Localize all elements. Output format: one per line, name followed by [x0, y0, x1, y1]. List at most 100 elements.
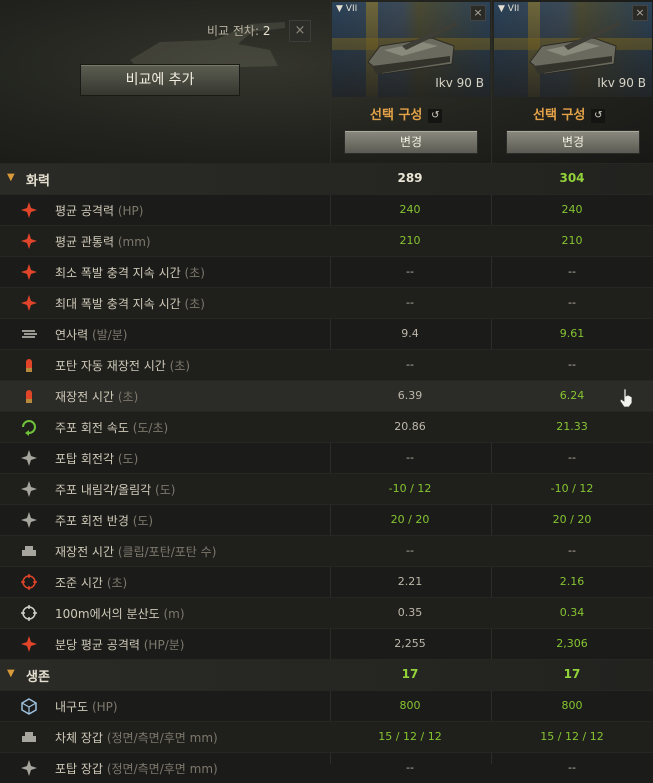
tier-label: ▼ VII	[336, 4, 358, 14]
stat-value-tank-2: --	[568, 451, 576, 464]
damage-icon	[21, 202, 37, 218]
stat-label: 화력	[26, 170, 50, 189]
stat-unit: (초)	[106, 576, 128, 590]
config-text: 선택 구성	[533, 108, 586, 123]
config-text: 선택 구성	[370, 108, 423, 123]
stat-row: 주포 회전 속도 (도/초) 20.86 21.33	[0, 411, 653, 442]
stat-label: 분당 평균 공격력 (HP/분)	[55, 636, 184, 653]
stat-name: 조준 시간	[55, 576, 103, 590]
stat-value-tank-1: 6.39	[397, 389, 423, 402]
clear-all-icon[interactable]: ×	[289, 20, 311, 42]
stat-value-tank-2: --	[568, 761, 576, 774]
stat-row: 포탄 자동 재장전 시간 (초) -- --	[0, 349, 653, 380]
stat-name: 주포 내림각/올림각	[55, 483, 152, 497]
stat-unit: (초)	[184, 297, 205, 311]
stat-value-tank-1: 289	[397, 171, 423, 185]
expand-chevron-icon[interactable]: ▼	[7, 668, 15, 679]
stat-name: 주포 회전 속도	[55, 421, 129, 435]
stat-label: 최대 폭발 충격 지속 시간 (초)	[55, 295, 205, 312]
stat-name: 재장전 시간	[55, 545, 115, 559]
stat-value-tank-2: 20 / 20	[552, 513, 592, 526]
reset-config-icon[interactable]: ↺	[428, 108, 443, 123]
stat-value-tank-2: 800	[561, 699, 583, 712]
stat-unit: (도)	[132, 514, 154, 528]
stat-value-tank-1: --	[406, 761, 414, 774]
stat-value-tank-2: --	[568, 358, 576, 371]
tank-compare-page: 비교 전차: 2 × 비교에 추가 ▼ VII × Ikv 90 B 선택 구성…	[0, 0, 653, 776]
stat-unit: (발/분)	[91, 328, 128, 342]
hull-armor-icon	[22, 732, 36, 742]
stat-value-tank-2: 0.34	[559, 606, 585, 619]
stat-row: 최소 폭발 충격 지속 시간 (초) -- --	[0, 256, 653, 287]
tank-name: Ikv 90 B	[435, 76, 484, 90]
stat-label: 생존	[26, 666, 50, 685]
stat-name: 최소 폭발 충격 지속 시간	[55, 266, 181, 280]
stat-label: 조준 시간 (초)	[55, 574, 127, 591]
stat-value-tank-2: --	[568, 265, 576, 278]
stat-name: 최대 폭발 충격 지속 시간	[55, 297, 181, 311]
stat-label: 포탑 장갑 (정면/측면/후면 mm)	[55, 760, 218, 777]
stat-row: 최대 폭발 충격 지속 시간 (초) -- --	[0, 287, 653, 318]
dpm-icon	[21, 636, 37, 652]
stat-row: 평균 관통력 (mm) 210 210	[0, 225, 653, 256]
tier-value: VII	[507, 4, 520, 14]
add-to-compare-button[interactable]: 비교에 추가	[80, 64, 240, 96]
stat-value-tank-2: 17	[563, 667, 581, 681]
stat-row: 주포 회전 반경 (도) 20 / 20 20 / 20	[0, 504, 653, 535]
stat-value-tank-2: 210	[561, 234, 583, 247]
tier-label: ▼ VII	[498, 4, 520, 14]
expand-chevron-icon[interactable]: ▼	[7, 172, 15, 183]
stat-value-tank-2: 2.16	[559, 575, 585, 588]
stat-value-tank-2: 2,306	[556, 637, 588, 650]
stat-value-tank-1: --	[406, 358, 414, 371]
stat-label: 포탄 자동 재장전 시간 (초)	[55, 357, 190, 374]
stat-row: 연사력 (발/분) 9.4 9.61	[0, 318, 653, 349]
stat-value-tank-1: 240	[399, 203, 421, 216]
stat-label: 재장전 시간 (클립/포탄/포탄 수)	[55, 543, 216, 560]
tank-card-2[interactable]: ▼ VII × Ikv 90 B	[494, 2, 652, 97]
stat-label: 평균 공격력 (HP)	[55, 202, 143, 219]
stat-value-tank-1: 210	[399, 234, 421, 247]
stat-unit: (도)	[155, 483, 176, 497]
stat-label: 주포 회전 속도 (도/초)	[55, 419, 168, 436]
burst-min-icon	[21, 264, 37, 280]
traverse-icon	[22, 420, 36, 436]
remove-tank-icon[interactable]: ×	[470, 5, 486, 21]
stat-label: 재장전 시간 (초)	[55, 388, 138, 405]
change-config-button[interactable]: 변경	[344, 130, 478, 154]
turret-armor-icon	[21, 760, 37, 776]
tank-name: Ikv 90 B	[597, 76, 646, 90]
stat-unit: (HP/분)	[143, 638, 185, 652]
rate-of-fire-icon	[22, 330, 37, 338]
stat-value-tank-1: 9.4	[401, 327, 419, 340]
stat-value-tank-1: 17	[401, 667, 419, 681]
stat-label: 주포 회전 반경 (도)	[55, 512, 153, 529]
stat-value-tank-1: 800	[399, 699, 421, 712]
turret-angle-icon	[21, 450, 37, 466]
stat-label: 내구도 (HP)	[55, 698, 118, 715]
stat-name: 내구도	[55, 700, 89, 714]
hand-cursor-icon	[619, 388, 633, 408]
change-config-button[interactable]: 변경	[506, 130, 640, 154]
category-row[interactable]: ▼ 생존 17 17	[0, 659, 653, 690]
remove-tank-icon[interactable]: ×	[632, 5, 648, 21]
stat-value-tank-2: --	[568, 544, 576, 557]
stat-unit: (m)	[163, 607, 185, 621]
elevation-icon	[21, 481, 37, 497]
tank-image	[367, 22, 458, 75]
category-row[interactable]: ▼ 화력 289 304	[0, 163, 653, 194]
stat-unit: (정면/측면/후면 mm)	[106, 762, 218, 776]
stat-value-tank-1: 20.86	[394, 420, 426, 433]
stat-row: 재장전 시간 (클립/포탄/포탄 수) -- --	[0, 535, 653, 566]
dispersion-icon	[21, 605, 37, 621]
stat-row: 평균 공격력 (HP) 240 240	[0, 194, 653, 225]
stat-name: 주포 회전 반경	[55, 514, 129, 528]
stat-value-tank-2: -10 / 12	[550, 482, 594, 495]
stat-row: 분당 평균 공격력 (HP/분) 2,255 2,306	[0, 628, 653, 659]
reset-config-icon[interactable]: ↺	[591, 108, 606, 123]
clip-reload-icon	[22, 546, 36, 556]
gun-arc-icon	[21, 512, 37, 528]
stat-name: 분당 평균 공격력	[55, 638, 140, 652]
stat-unit: (mm)	[117, 235, 151, 249]
tank-card-1[interactable]: ▼ VII × Ikv 90 B	[332, 2, 490, 97]
